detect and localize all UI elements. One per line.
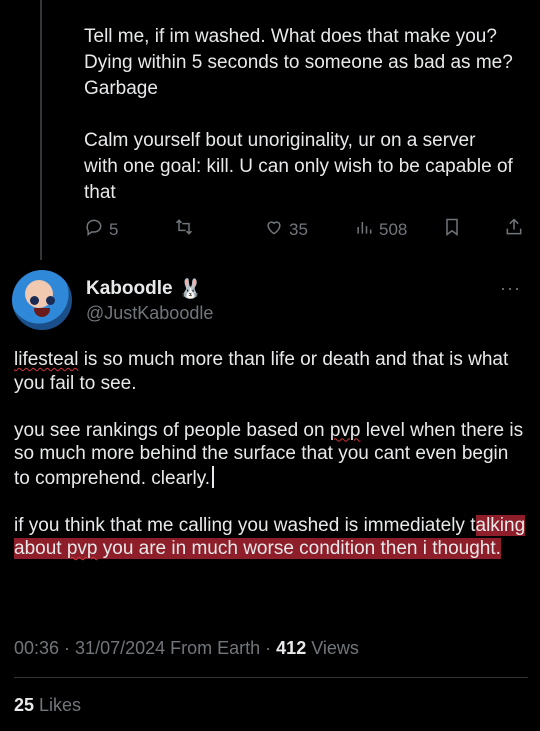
tweet-paragraph-2: you see rankings of people based on pvp …	[14, 419, 528, 491]
reply-bubble-icon	[84, 217, 104, 242]
thread-connector-line	[40, 0, 42, 260]
more-options-icon[interactable]: ···	[500, 278, 521, 299]
like-button[interactable]: 35	[264, 217, 308, 242]
bookmark-icon	[442, 217, 462, 242]
previous-tweet-actions: 5 35 508	[84, 217, 530, 241]
tweet-paragraph-3: if you think that me calling you washed …	[14, 514, 528, 561]
likes-label: Likes	[34, 695, 82, 715]
highlighted-spellcheck-word: pvp	[66, 538, 98, 559]
previous-tweet-text: Tell me, if im washed. What does that ma…	[84, 26, 513, 203]
avatar[interactable]	[12, 270, 72, 330]
likes-summary[interactable]: 25 Likes	[14, 695, 81, 716]
paragraph-text: you see rankings of people based on	[14, 419, 330, 441]
text-caret	[212, 465, 215, 488]
reply-count: 5	[109, 219, 119, 239]
divider	[14, 677, 528, 678]
bookmark-button[interactable]	[442, 217, 462, 242]
reply-button[interactable]: 5	[84, 217, 118, 242]
author-handle[interactable]: @JustKaboodle	[86, 303, 213, 324]
tweet-date[interactable]: 31/07/2024	[75, 638, 165, 658]
tweet-time[interactable]: 00:36	[14, 638, 59, 658]
retweet-icon	[174, 217, 194, 242]
highlighted-text: you are in much worse condition then i t…	[97, 538, 501, 559]
separator: ·	[59, 638, 76, 658]
spellcheck-word: pvp	[329, 419, 361, 441]
author-name-row[interactable]: Kaboodle 🐰	[86, 277, 202, 301]
avatar-eye-left	[30, 296, 39, 305]
views-button[interactable]: 508	[354, 217, 407, 242]
retweet-button[interactable]	[174, 217, 194, 242]
bunny-emoji: 🐰	[178, 279, 203, 300]
tweet-metadata: 00:36 · 31/07/2024 From Earth · 412 View…	[14, 638, 359, 659]
like-count: 35	[289, 219, 308, 239]
heart-icon	[264, 217, 284, 242]
separator: ·	[260, 638, 277, 658]
spellcheck-word: lifesteal	[14, 349, 79, 370]
avatar-mouth	[34, 308, 50, 317]
views-total: 412	[276, 638, 307, 658]
views-chart-icon	[354, 217, 374, 242]
share-button[interactable]	[504, 217, 524, 242]
author-name[interactable]: Kaboodle	[86, 278, 173, 300]
share-icon	[504, 217, 524, 242]
tweet-body: lifesteal is so much more than life or d…	[14, 348, 528, 561]
paragraph-text: if you think that me calling you washed …	[14, 514, 476, 536]
tweet-paragraph-1: lifesteal is so much more than life or d…	[14, 348, 528, 395]
views-label: Views	[306, 638, 359, 658]
avatar-eye-right	[46, 296, 55, 305]
likes-total: 25	[14, 695, 35, 715]
views-count: 508	[379, 219, 408, 239]
tweet-source: From Earth	[165, 638, 261, 658]
paragraph-text: is so much more than life or death and t…	[14, 349, 509, 394]
